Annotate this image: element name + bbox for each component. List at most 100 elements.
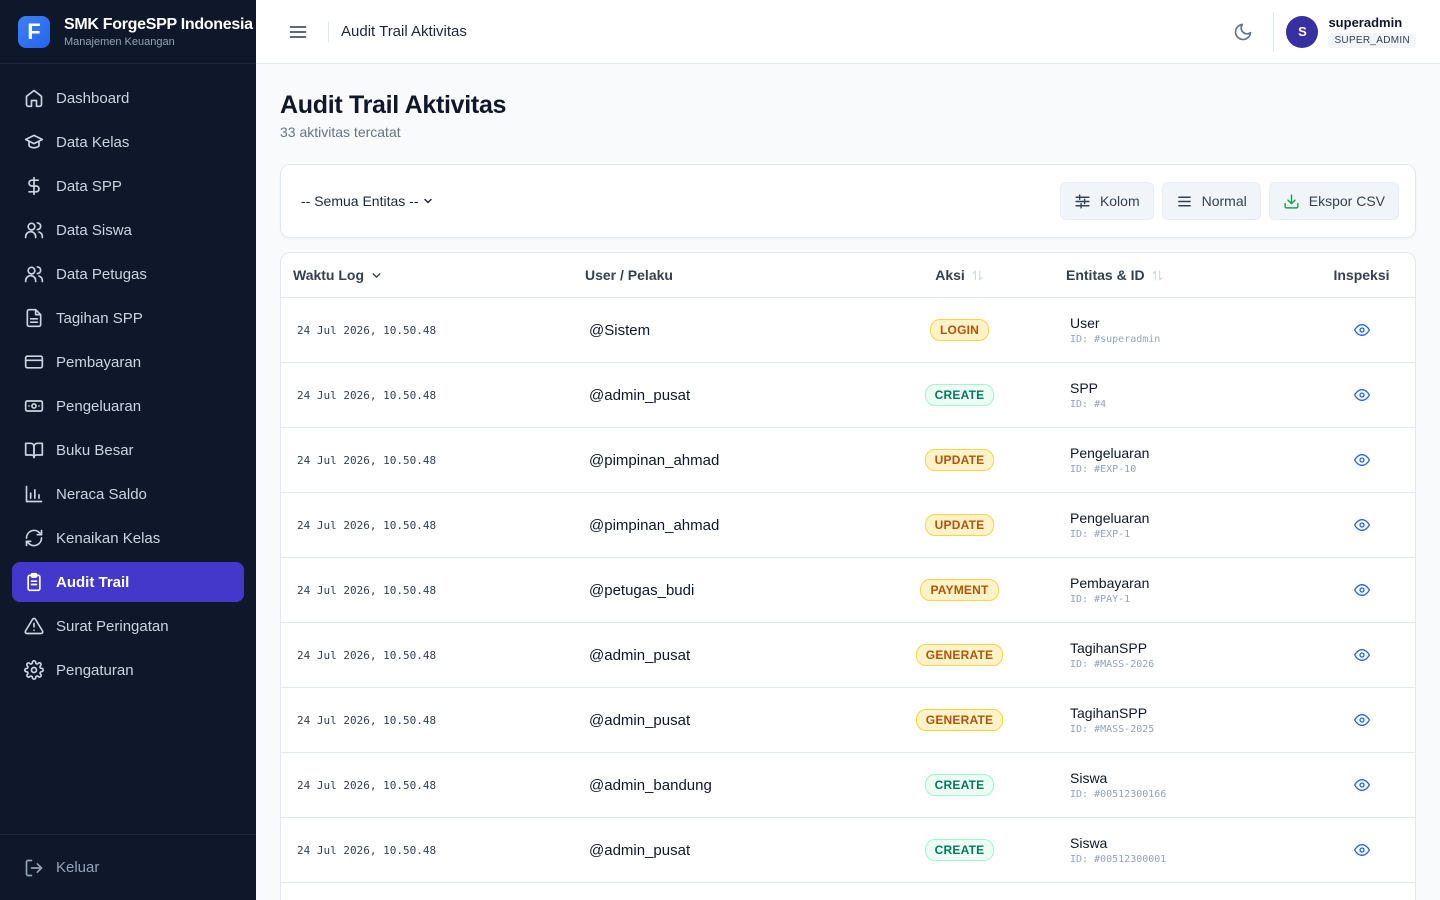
column-header-time[interactable]: Waktu Log [281,267,571,283]
action-badge: CREATE [924,384,995,406]
eye-icon[interactable] [1353,322,1370,338]
logout-icon [25,859,43,876]
sidebar-item-label: Data SPP [56,177,122,195]
entity-name: TagihanSPP [1070,640,1148,656]
table-header: Waktu Log User / Pelaku Aksi Entitas & I… [281,253,1415,298]
sort-icon [972,270,983,280]
sidebar-item-data-spp[interactable]: Data SPP [12,166,244,206]
sidebar-item-pengeluaran[interactable]: Pengeluaran [12,386,244,426]
sidebar-item-data-kelas[interactable]: Data Kelas [12,122,244,162]
sidebar-item-buku-besar[interactable]: Buku Besar [12,430,244,470]
export-csv-label: Ekspor CSV [1308,193,1385,209]
columns-button-label: Kolom [1099,193,1140,209]
sidebar-item-label: Pengeluaran [56,397,142,415]
banknote-icon [24,400,44,412]
column-header-label: Inspeksi [1333,267,1390,283]
log-time: 24 Jul 2026, 10.50.48 [297,388,437,402]
chevron-down-icon [372,272,381,278]
eye-icon[interactable] [1353,452,1370,468]
logout-button[interactable]: Keluar [0,834,256,900]
log-user: @admin_pusat [589,386,691,404]
eye-icon[interactable] [1353,517,1370,533]
table-row: 24 Jul 2026, 10.50.48 @admin_pusat CREAT… [281,363,1415,428]
sidebar-item-label: Surat Peringatan [56,617,169,635]
brand[interactable]: F SMK ForgeSPP Indonesia Manajemen Keuan… [0,0,256,64]
sidebar-item-label: Neraca Saldo [56,485,147,503]
download-icon [1284,193,1299,209]
eye-icon[interactable] [1353,582,1370,598]
main-content: Audit Trail Aktivitas 33 aktivitas terca… [256,64,1440,900]
log-user: @pimpinan_ahmad [589,451,720,469]
eye-icon[interactable] [1353,842,1370,858]
sidebar-item-audit-trail[interactable]: Audit Trail [12,562,244,602]
entity-id: ID: #MASS-2026 [1070,659,1155,670]
sidebar-item-data-petugas[interactable]: Data Petugas [12,254,244,294]
entity-id: ID: #00512300001 [1070,854,1167,865]
log-user: @Sistem [589,321,651,339]
density-button-label: Normal [1201,193,1247,209]
theme-toggle-button[interactable] [1225,14,1261,50]
dollar-icon [28,176,40,196]
entity-select-value: -- Semua Entitas -- [301,193,419,209]
column-header-entity[interactable]: Entitas & ID [1058,267,1308,283]
entity-id: ID: #PAY-1 [1070,594,1131,605]
entity-name: Pengeluaran [1070,510,1150,526]
sidebar-item-dashboard[interactable]: Dashboard [12,78,244,118]
entity-select[interactable]: -- Semua Entitas -- [301,193,434,209]
avatar[interactable]: S [1286,15,1319,48]
sort-icon [1152,270,1162,280]
brand-subtitle: Manajemen Keuangan [64,35,175,48]
sidebar-item-kenaikan-kelas[interactable]: Kenaikan Kelas [12,518,244,558]
log-user: @admin_pusat [589,711,691,729]
column-header-user: User / Pelaku [571,267,861,283]
column-header-action[interactable]: Aksi [861,267,1058,283]
sidebar-item-tagihan-spp[interactable]: Tagihan SPP [12,298,244,338]
log-time: 24 Jul 2026, 10.50.48 [297,713,437,727]
clipboard-icon [27,572,41,592]
table-row: 24 Jul 2026, 10.50.48 @petugas_budi PAYM… [281,558,1415,623]
sidebar-item-data-siswa[interactable]: Data Siswa [12,210,244,250]
alert-triangle-icon [24,617,44,635]
user-menu[interactable]: superadmin SUPER_ADMIN [1328,15,1416,48]
sidebar-item-label: Pembayaran [56,353,142,371]
eye-icon[interactable] [1353,712,1370,728]
eye-icon[interactable] [1353,647,1370,663]
entity-id: ID: #MASS-2025 [1070,724,1155,735]
book-icon [24,442,44,459]
log-user: @pimpinan_ahmad [589,516,720,534]
top-header: Audit Trail Aktivitas S superadmin SUPER… [256,0,1440,64]
menu-toggle-button[interactable] [280,14,316,50]
table-row: 24 Jul 2026, 10.50.48 @admin_pusat GENER… [281,688,1415,753]
sidebar-item-neraca-saldo[interactable]: Neraca Saldo [12,474,244,514]
user-name: superadmin [1328,15,1403,30]
entity-name: SPP [1070,380,1099,396]
action-badge: CREATE [924,839,995,861]
log-time: 24 Jul 2026, 10.50.48 [297,453,437,467]
eye-icon[interactable] [1353,777,1370,793]
log-time: 24 Jul 2026, 10.50.48 [297,843,437,857]
header-separator [328,21,329,42]
sidebar-item-label: Audit Trail [56,573,130,591]
action-badge: PAYMENT [920,579,999,601]
sidebar-item-pengaturan[interactable]: Pengaturan [12,650,244,690]
action-badge: UPDATE [924,449,995,471]
page-title: Audit Trail Aktivitas [280,91,507,119]
export-csv-button[interactable]: Ekspor CSV [1268,182,1399,220]
density-button[interactable]: Normal [1161,182,1261,220]
log-time: 24 Jul 2026, 10.50.48 [297,518,437,532]
graduation-cap-icon [24,134,44,149]
sidebar-item-pembayaran[interactable]: Pembayaran [12,342,244,382]
column-header-label: Waktu Log [293,267,365,283]
entity-name: Pengeluaran [1070,445,1150,461]
entity-name: Siswa [1070,835,1108,851]
column-header-label: Aksi [935,267,965,283]
hamburger-icon [289,25,307,38]
sidebar-item-label: Kenaikan Kelas [56,529,161,547]
action-badge: GENERATE [915,644,1004,666]
action-badge: LOGIN [930,319,989,341]
sidebar-item-label: Data Kelas [56,133,130,151]
eye-icon[interactable] [1353,387,1370,403]
sidebar-item-surat-peringatan[interactable]: Surat Peringatan [12,606,244,646]
columns-button[interactable]: Kolom [1059,182,1154,220]
file-text-icon [26,308,42,328]
